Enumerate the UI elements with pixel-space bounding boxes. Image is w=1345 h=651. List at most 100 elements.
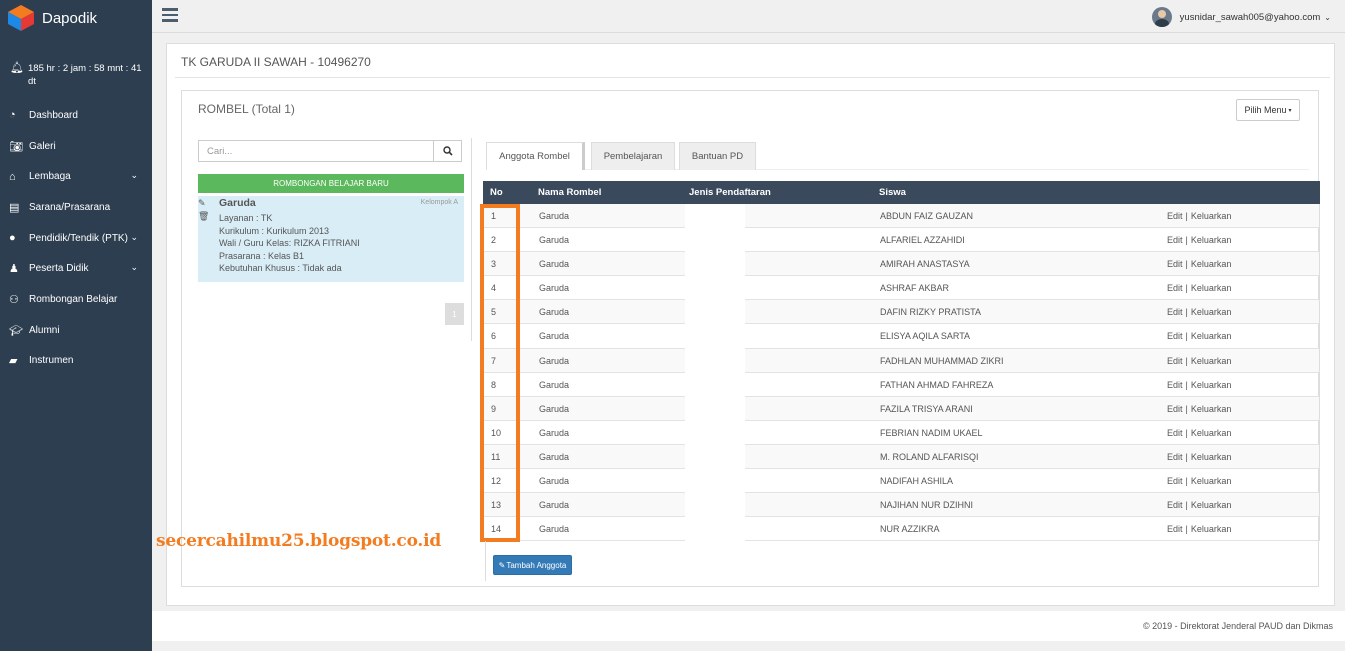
card-actions: ✎ 🗑︎: [198, 198, 210, 222]
row-actions: Edit | Keluarkan: [1167, 476, 1231, 486]
row-siswa: DAFIN RIZKY PRATISTA: [880, 307, 982, 318]
session-timer: 🔔︎ 185 hr : 2 jam : 58 mnt : 41 dt: [0, 0, 152, 88]
pilih-menu-label: Pilih Menu: [1244, 105, 1287, 115]
table-row: 7 Garuda FADHLAN MUHAMMAD ZIKRI Edit | Keluar…: [483, 348, 1320, 373]
sidebar-item-label: Alumni: [29, 324, 60, 336]
keluarkan-link[interactable]: Keluarkan: [1191, 476, 1232, 486]
edit-link[interactable]: Edit: [1167, 331, 1183, 341]
watermark: secercahilmu25.blogspot.co.id: [156, 531, 442, 551]
row-siswa: FAZILA TRISYA ARANI: [880, 403, 973, 414]
sidebar-item-lembaga[interactable]: ⌂ Lembaga ⌄: [0, 161, 152, 192]
divider: [485, 541, 486, 581]
rombel-card[interactable]: ✎ 🗑︎ Garuda Kelompok A Layanan : TK Kuri…: [198, 196, 464, 282]
keluarkan-link[interactable]: Keluarkan: [1191, 283, 1232, 293]
keluarkan-link[interactable]: Keluarkan: [1191, 452, 1232, 462]
row-nama-rombel: Garuda: [539, 331, 570, 342]
keluarkan-link[interactable]: Keluarkan: [1191, 211, 1232, 221]
bell-icon: 🔔︎: [10, 62, 24, 74]
hamburger-menu-icon[interactable]: [162, 8, 178, 22]
header-no: No: [490, 187, 503, 198]
edit-link[interactable]: Edit: [1167, 259, 1183, 269]
sidebar-item-sarana-prasarana[interactable]: ▤ Sarana/Prasarana: [0, 192, 152, 223]
keluarkan-link[interactable]: Keluarkan: [1191, 428, 1232, 438]
action-separator: |: [1185, 211, 1188, 221]
row-siswa: ELISYA AQILA SARTA: [880, 331, 971, 342]
edit-link[interactable]: Edit: [1167, 404, 1183, 414]
keluarkan-link[interactable]: Keluarkan: [1191, 259, 1232, 269]
avatar: [1151, 7, 1172, 27]
keluarkan-link[interactable]: Keluarkan: [1191, 356, 1232, 366]
sidebar-item-peserta-didik[interactable]: ♟ Peserta Didik ⌄: [0, 253, 152, 284]
edit-link[interactable]: Edit: [1167, 428, 1183, 438]
sidebar-item-pendidik-tendik-ptk[interactable]: ● Pendidik/Tendik (PTK) ⌄: [0, 223, 152, 254]
header-jenis-pendaftaran: Jenis Pendaftaran: [689, 187, 771, 198]
action-separator: |: [1185, 403, 1188, 414]
search-button[interactable]: [434, 140, 462, 162]
row-actions: Edit | Keluarkan: [1167, 452, 1231, 462]
rombel-kelompok: Kelompok A: [420, 199, 458, 206]
sidebar-item-instrumen[interactable]: ▰ Instrumen: [0, 346, 152, 377]
dashboard-icon: ◔: [9, 109, 16, 122]
row-nama-rombel: Garuda: [539, 235, 570, 246]
sidebar-item-dashboard[interactable]: ◔ Dashboard: [0, 100, 152, 131]
table-row: 14 Garuda NUR AZZIKRA Edit | Keluarkan: [483, 517, 1320, 542]
new-rombel-button[interactable]: ROMBONGAN BELAJAR BARU: [198, 174, 464, 193]
edit-link[interactable]: Edit: [1167, 524, 1183, 534]
rombel-title: ROMBEL (Total 1): [198, 102, 295, 116]
sidebar-item-galeri[interactable]: 📷︎ Galeri: [0, 131, 152, 162]
table-row: 8 Garuda FATHAN AHMAD FAHREZA Edit | Keluarka…: [483, 372, 1320, 397]
keluarkan-link[interactable]: Keluarkan: [1191, 404, 1232, 414]
keluarkan-link[interactable]: Keluarkan: [1191, 524, 1232, 534]
row-actions: Edit | Keluarkan: [1167, 211, 1231, 221]
row-siswa: NUR AZZIKRA: [880, 524, 940, 535]
keluarkan-link[interactable]: Keluarkan: [1191, 235, 1232, 245]
sidebar-item-rombongan-belajar[interactable]: ⚇ Rombongan Belajar: [0, 284, 152, 315]
row-nama-rombel: Garuda: [539, 355, 570, 366]
edit-link[interactable]: Edit: [1167, 452, 1183, 462]
pagination-page[interactable]: 1: [445, 303, 464, 325]
anggota-table: No Nama Rombel Jenis Pendaftaran Siswa 1…: [480, 181, 1320, 542]
edit-link[interactable]: Edit: [1167, 500, 1183, 510]
top-bar: yusnidar_sawah005@yahoo.com ⌄: [152, 0, 1345, 33]
tab-pembelajaran[interactable]: Pembelajaran: [591, 142, 675, 170]
edit-link[interactable]: Edit: [1167, 380, 1183, 390]
edit-link[interactable]: Edit: [1167, 235, 1183, 245]
highlight-box: [480, 204, 520, 542]
tab-anggota-rombel[interactable]: Anggota Rombel: [486, 142, 585, 170]
edit-link[interactable]: Edit: [1167, 307, 1183, 317]
tab-bantuan-pd[interactable]: Bantuan PD: [679, 142, 756, 170]
keluarkan-link[interactable]: Keluarkan: [1191, 500, 1232, 510]
keluarkan-link[interactable]: Keluarkan: [1191, 380, 1232, 390]
user-menu[interactable]: yusnidar_sawah005@yahoo.com ⌄: [1151, 7, 1331, 27]
edit-link[interactable]: Edit: [1167, 356, 1183, 366]
action-separator: |: [1185, 307, 1188, 318]
edit-link[interactable]: Edit: [1167, 283, 1183, 293]
rombel-list-column: ROMBONGAN BELAJAR BARU ✎ 🗑︎ Garuda Kelom…: [191, 138, 472, 341]
edit-icon[interactable]: ✎: [198, 198, 210, 211]
row-nama-rombel: Garuda: [539, 451, 570, 462]
search-input[interactable]: [198, 140, 434, 162]
row-actions: Edit | Keluarkan: [1167, 428, 1231, 438]
add-member-button[interactable]: ✎ Tambah Anggota: [493, 555, 572, 575]
sidebar: Dapodik 🔔︎ 185 hr : 2 jam : 58 mnt : 41 …: [0, 0, 152, 651]
row-nama-rombel: Garuda: [539, 500, 570, 511]
rombel-panel: ROMBEL (Total 1) Pilih Menu▾ ROMBONGAN B…: [181, 90, 1320, 587]
edit-link[interactable]: Edit: [1167, 476, 1183, 486]
action-separator: |: [1185, 331, 1188, 342]
rombel-prasarana: Prasarana : Kelas B1: [219, 250, 305, 261]
main-content: TK GARUDA II SAWAH - 10496270 ROMBEL (To…: [166, 43, 1335, 606]
pilih-menu-button[interactable]: Pilih Menu ▾: [1236, 99, 1300, 121]
sidebar-item-alumni[interactable]: 🎓︎ Alumni: [0, 315, 152, 346]
edit-link[interactable]: Edit: [1167, 211, 1183, 221]
trash-icon[interactable]: 🗑︎: [198, 211, 210, 222]
table-row: 9 Garuda FAZILA TRISYA ARANI Edit | Keluarkan: [483, 396, 1320, 421]
keluarkan-link[interactable]: Keluarkan: [1191, 307, 1232, 317]
table-body: 1 Garuda ABDUN FAIZ GAUZAN Edit | Keluarkan 2 G…: [483, 204, 1320, 542]
folder-icon: ▰: [9, 355, 18, 368]
table-header: No Nama Rombel Jenis Pendaftaran Siswa: [483, 181, 1320, 204]
row-actions: Edit | Keluarkan: [1167, 380, 1231, 390]
keluarkan-link[interactable]: Keluarkan: [1191, 331, 1232, 341]
chevron-down-icon: ⌄: [1324, 12, 1331, 22]
action-separator: |: [1185, 283, 1188, 294]
sidebar-item-label: Galeri: [29, 140, 56, 152]
